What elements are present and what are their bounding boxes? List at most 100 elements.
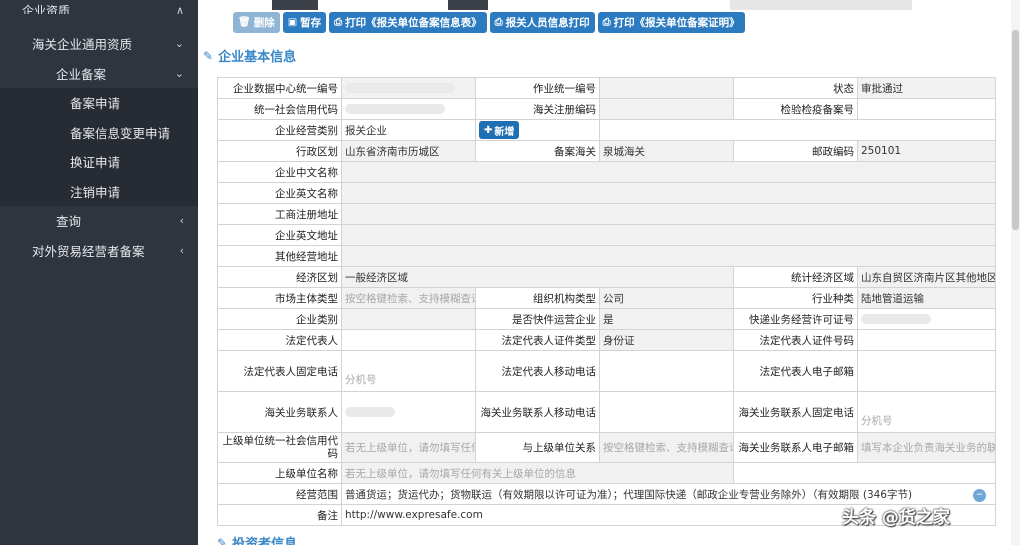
print-staff-button[interactable]: ⎙ 报关人员信息打印 [489,12,595,33]
sidebar-item-query[interactable]: 查询 ‹ [0,206,198,236]
trash-icon: 🗑 [238,17,251,28]
sidebar-group-customs-general[interactable]: 海关企业通用资质 ⌄ [0,29,198,59]
sidebar-item-filing-application[interactable]: 备案申请 [0,88,198,118]
english-address-field[interactable] [341,224,996,246]
sidebar-item-filing-change[interactable]: 备案信息变更申请 [0,117,198,147]
market-entity-type-field[interactable]: 按空格键检索、支持模糊查询 [341,287,476,309]
field-label: 海关业务联系人移动电话 [475,391,600,433]
legal-rep-field[interactable] [341,329,476,351]
postal-code-field[interactable]: 250101 [857,140,996,162]
parent-name-field[interactable]: 若无上级单位，请勿填写任何有关上级单位的信息 [341,462,734,484]
placeholder: 若无上级单位，请勿填写任何有关上级单位的信息 [345,467,576,480]
chevron-left-icon: ‹ [179,214,184,228]
filing-customs-field[interactable]: 泉城海关 [599,140,734,162]
save-draft-button[interactable]: ▣ 暂存 [282,12,327,33]
field-label: 法定代表人固定电话 [217,350,342,392]
sidebar-group-enterprise-filing[interactable]: 企业备案 ⌄ [0,59,198,89]
customs-code-field[interactable] [599,98,734,120]
empty-cell [733,462,996,484]
admin-division-field[interactable]: 山东省济南市历城区 [341,140,476,162]
save-icon: ▣ [287,17,298,28]
print-filing-info-button[interactable]: ⎙ 打印《报关单位备案信息表》 [329,12,487,33]
field-label: 工商注册地址 [217,203,342,225]
form-row: 企业类别 是否快件运营企业 是 快递业务经营许可证号 [217,308,996,330]
inspection-filing-field[interactable] [857,98,996,120]
sidebar-item-label: 查询 [56,214,82,230]
sidebar-item-label: 注销申请 [70,184,121,200]
scrollbar-thumb[interactable] [1012,30,1019,230]
form-row: 企业英文名称 [217,182,996,204]
status-field: 审批通过 [857,77,996,99]
customs-contact-field[interactable] [341,391,476,433]
redacted-value [345,104,445,114]
add-category-button[interactable]: ✚ 新增 [479,121,520,139]
customs-contact-phone-field[interactable]: 分机号 [857,391,996,433]
field-label: 行业种类 [733,287,858,309]
org-type-field[interactable]: 公司 [599,287,734,309]
credit-code-field[interactable] [341,98,476,120]
form-row: 企业数据中心统一编号 作业统一编号 状态 审批通过 [217,77,996,99]
sidebar-item-enterprise-qualification[interactable]: 企业资质 ∧ [0,0,198,14]
field-label: 企业英文名称 [217,182,342,204]
sidebar-item-label: 备案信息变更申请 [70,125,171,141]
field-label: 检验检疫备案号 [733,98,858,120]
sidebar-item-cancellation[interactable]: 注销申请 [0,176,198,206]
chevron-down-icon: ⌄ [174,37,184,51]
empty-cell [599,119,996,141]
legal-rep-id-type-field[interactable]: 身份证 [599,329,734,351]
form-row: 企业中文名称 [217,161,996,183]
top-tab-c[interactable] [730,0,912,10]
toolbar: 🗑 删除 ▣ 暂存 ⎙ 打印《报关单位备案信息表》 ⎙ 报关人员信息打印 ⎙ 打… [233,12,745,33]
legal-rep-mobile-field[interactable] [599,350,734,392]
form-row: 经营范围 普通货运；货运代办；货物联运（有效期限以许可证为准）；代理国际快递（邮… [217,483,996,505]
placeholder: 填写本企业负责海关业务的联系人邮箱 [861,442,995,454]
top-tab-b[interactable] [448,0,488,10]
sidebar-group-foreign-trade[interactable]: 对外贸易经营者备案 ‹ [0,236,198,266]
print-certificate-button[interactable]: ⎙ 打印《报关单位备案证明》 [597,12,745,33]
english-name-field[interactable] [341,182,996,204]
parent-credit-code-field[interactable]: 若无上级单位，请勿填写任何 [341,432,476,463]
legal-rep-phone-field[interactable]: 分机号 [341,350,476,392]
other-address-field[interactable] [341,245,996,267]
field-label: 法定代表人证件号码 [733,329,858,351]
data-center-id-field[interactable] [341,77,476,99]
byte-count: (346字节) [862,488,913,501]
chevron-down-icon: ⌄ [174,66,184,80]
legal-rep-id-field[interactable] [857,329,996,351]
legal-rep-email-field[interactable] [857,350,996,392]
print-icon: ⎙ [602,17,611,28]
field-label: 邮政编码 [733,140,858,162]
sidebar-item-label: 海关企业通用资质 [32,37,133,53]
parent-relation-field[interactable]: 按空格键检索、支持模糊查询 [599,432,734,463]
field-label: 企业英文地址 [217,224,342,246]
top-tab-a[interactable] [272,0,318,10]
customs-contact-email-field[interactable]: 填写本企业负责海关业务的联系人邮箱 [857,432,996,463]
enterprise-category-field[interactable] [341,308,476,330]
business-category-field[interactable]: 报关企业 [341,119,476,141]
delete-button[interactable]: 🗑 删除 [233,12,280,33]
form-row: 上级单位名称 若无上级单位，请勿填写任何有关上级单位的信息 [217,462,996,484]
registered-address-field[interactable] [341,203,996,225]
express-license-field[interactable] [857,308,996,330]
field-label: 作业统一编号 [475,77,600,99]
industry-field[interactable]: 陆地管道运输 [857,287,996,309]
sidebar-item-renewal[interactable]: 换证申请 [0,147,198,177]
field-label: 市场主体类型 [217,287,342,309]
statistical-zone-field[interactable]: 山东自贸区济南片区其他地区 [857,266,996,288]
sidebar-item-label: 企业资质 [22,4,71,14]
business-scope-field[interactable]: 普通货运；货运代办；货物联运（有效期限以许可证为准）；代理国际快递（邮政企业专营… [341,483,996,505]
operation-id-field[interactable] [599,77,734,99]
redacted-value [345,83,455,93]
customs-contact-mobile-field[interactable] [599,391,734,433]
field-label: 状态 [733,77,858,99]
field-label: 法定代表人电子邮箱 [733,350,858,392]
express-operator-field[interactable]: 是 [599,308,734,330]
form-row: 经济区划 一般经济区域 统计经济区域 山东自贸区济南片区其他地区 [217,266,996,288]
sidebar-item-label: 换证申请 [70,155,121,171]
field-label: 上级单位名称 [217,462,342,484]
form-row: 其他经营地址 [217,245,996,267]
chinese-name-field[interactable] [341,161,996,183]
field-label: 行政区划 [217,140,342,162]
economic-zone-field[interactable]: 一般经济区域 [341,266,734,288]
collapse-icon[interactable]: − [973,489,986,502]
